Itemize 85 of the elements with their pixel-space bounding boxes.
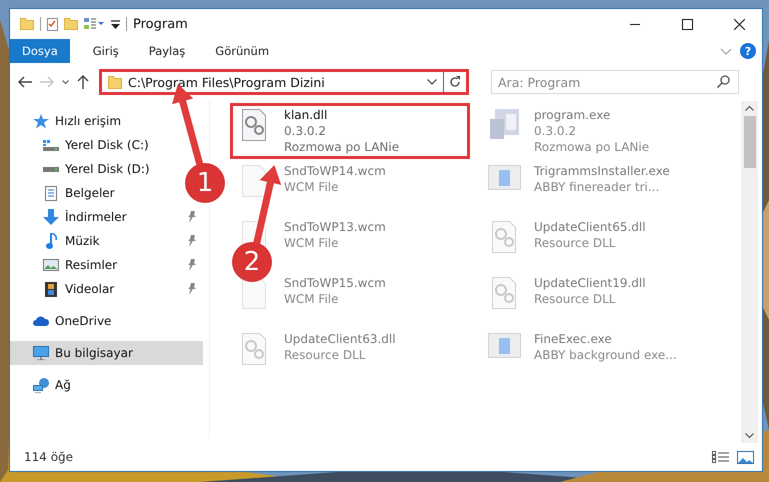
file-tab[interactable]: Dosya — [10, 39, 70, 63]
file-name: UpdateClient19.dll — [534, 275, 646, 291]
file-detail: Resource DLL — [534, 235, 616, 251]
ribbon-tab[interactable]: Giriş — [78, 39, 134, 63]
scrollbar[interactable] — [741, 101, 758, 443]
back-button[interactable] — [18, 76, 32, 88]
address-path[interactable]: C:\Program Files\Program Dizini — [128, 74, 421, 90]
sidebar-item[interactable]: Yerel Disk (C:) — [10, 133, 153, 157]
gears-file-icon — [242, 109, 266, 141]
cloud-icon — [33, 316, 49, 326]
down-arrow-icon — [43, 209, 59, 225]
up-button[interactable] — [77, 75, 89, 89]
blank-file-icon — [242, 165, 266, 197]
file-detail: Rozmowa po LANie — [284, 139, 400, 155]
pin-icon[interactable] — [188, 259, 197, 271]
sidebar-item[interactable]: Yerel Disk (D:) — [10, 157, 154, 181]
window-title: Program — [133, 16, 188, 32]
file-detail: Rozmowa po LANie — [534, 139, 650, 155]
star-icon — [33, 114, 49, 128]
folder-icon — [108, 75, 122, 89]
chevron-down-icon[interactable] — [427, 79, 437, 85]
search-field[interactable]: Ara: Program — [491, 70, 739, 94]
network-icon — [33, 378, 49, 392]
file-detail: ABBY finereader tri... — [534, 179, 660, 195]
file-detail: ABBY background exe... — [534, 347, 677, 363]
file-detail: 0.3.0.2 — [284, 123, 326, 139]
ribbon-tab[interactable]: Paylaş — [134, 39, 200, 63]
details-view-icon[interactable] — [712, 451, 729, 463]
close-button[interactable] — [734, 18, 744, 30]
pin-icon[interactable] — [188, 235, 197, 247]
file-detail: WCM File — [284, 291, 338, 307]
file-name: program.exe — [534, 107, 610, 123]
file-name: FineExec.exe — [534, 331, 612, 347]
item-count: 114 öğe — [24, 450, 74, 464]
application-icon — [490, 109, 518, 139]
scroll-up-icon[interactable] — [745, 106, 754, 111]
application-window-icon — [488, 333, 520, 358]
film-icon — [45, 282, 57, 296]
search-icon[interactable] — [717, 75, 730, 88]
sidebar-item[interactable]: Videolar — [10, 277, 203, 301]
large-icons-view-icon[interactable] — [737, 450, 754, 464]
address-bar[interactable]: C:\Program Files\Program Dizini — [99, 69, 469, 95]
view-options-icon[interactable] — [84, 18, 105, 30]
chevron-down-icon[interactable] — [62, 80, 69, 84]
pin-icon[interactable] — [188, 283, 197, 295]
file-name: UpdateClient63.dll — [284, 331, 396, 347]
file-name: TrigrammsInstaller.exe — [534, 163, 670, 179]
file-detail: 0.3.0.2 — [534, 123, 576, 139]
drive-icon — [43, 140, 59, 150]
highlighted-file[interactable]: klan.dll 0.3.0.2 Rozmowa po LANie — [230, 103, 470, 159]
ribbon-tab[interactable]: Görünüm — [200, 39, 284, 63]
sidebar-item[interactable]: Belgeler — [10, 181, 119, 205]
gears-file-icon — [242, 333, 266, 365]
sidebar-item[interactable]: Bu bilgisayar — [10, 341, 203, 365]
sidebar-item[interactable]: Ağ — [10, 373, 75, 397]
file-name: SndToWP13.wcm — [284, 219, 386, 235]
customize-toolbar-icon[interactable] — [111, 20, 120, 28]
file-detail: Resource DLL — [284, 347, 366, 363]
monitor-icon — [33, 346, 49, 360]
help-button[interactable]: ? — [740, 43, 756, 59]
pin-icon[interactable] — [188, 211, 197, 223]
document-icon — [45, 186, 57, 200]
sidebar-item[interactable]: Müzik — [10, 229, 203, 253]
sidebar-item[interactable]: İndirmeler — [10, 205, 203, 229]
application-window-icon — [488, 165, 520, 190]
sidebar-item[interactable]: Hızlı erişim — [10, 109, 126, 133]
sidebar-item[interactable]: Resimler — [10, 253, 203, 277]
sidebar-item[interactable]: OneDrive — [10, 309, 116, 333]
scroll-down-icon[interactable] — [745, 433, 754, 438]
file-name: klan.dll — [284, 107, 328, 123]
scroll-thumb[interactable] — [744, 116, 756, 168]
properties-icon[interactable] — [47, 18, 58, 30]
picture-icon — [43, 259, 59, 271]
file-name: UpdateClient65.dll — [534, 219, 646, 235]
file-name: SndToWP15.wcm — [284, 275, 386, 291]
gears-file-icon — [492, 221, 516, 253]
file-name: SndToWP14.wcm — [284, 163, 386, 179]
music-note-icon — [46, 233, 56, 249]
refresh-icon — [448, 75, 462, 89]
gears-file-icon — [492, 277, 516, 309]
file-detail: WCM File — [284, 179, 338, 195]
file-detail: WCM File — [284, 235, 338, 251]
maximize-button[interactable] — [682, 18, 692, 30]
drive-icon — [43, 166, 59, 172]
file-detail: Resource DLL — [534, 291, 616, 307]
